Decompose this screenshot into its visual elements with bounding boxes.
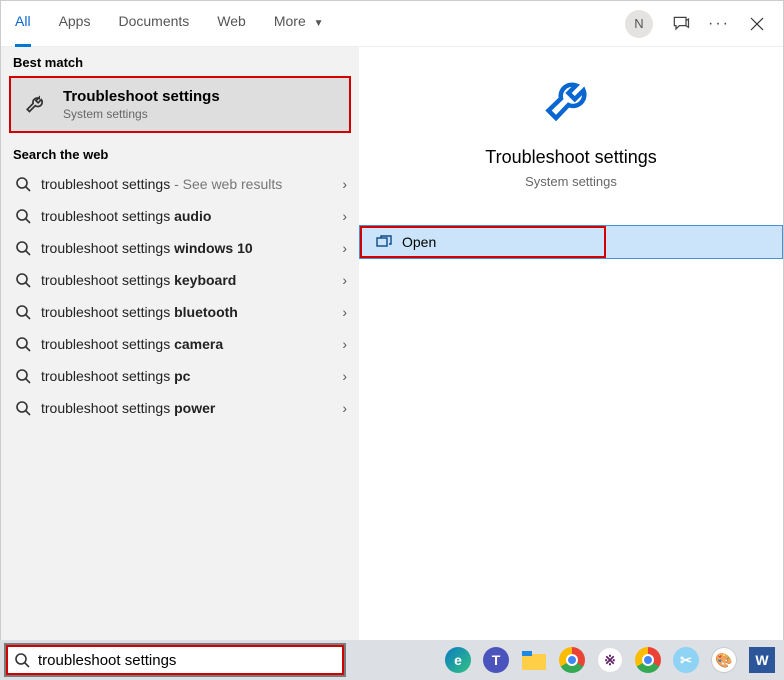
search-icon — [15, 272, 31, 288]
search-icon — [15, 240, 31, 256]
web-result[interactable]: troubleshoot settings bluetooth› — [1, 296, 359, 328]
web-result[interactable]: troubleshoot settings - See web results› — [1, 168, 359, 200]
chevron-right-icon: › — [342, 368, 347, 384]
wrench-icon — [23, 91, 51, 119]
tab-documents[interactable]: Documents — [104, 1, 203, 46]
chevron-right-icon: › — [342, 272, 347, 288]
web-result-text: troubleshoot settings audio — [41, 208, 342, 224]
search-icon — [15, 304, 31, 320]
taskbar-app-paint[interactable]: 🎨 — [708, 644, 740, 676]
chevron-right-icon: › — [342, 400, 347, 416]
web-result-text: troubleshoot settings power — [41, 400, 342, 416]
search-icon — [15, 176, 31, 192]
search-icon — [15, 400, 31, 416]
taskbar-app-word[interactable]: W — [746, 644, 778, 676]
taskbar-app-chrome[interactable] — [556, 644, 588, 676]
search-icon — [15, 368, 31, 384]
preview-panel: Troubleshoot settings System settings Op… — [359, 47, 783, 641]
tab-more-label: More — [274, 13, 306, 29]
action-bar: Open — [359, 225, 783, 259]
header-actions: N ··· — [625, 10, 775, 38]
search-icon — [14, 652, 30, 668]
body: Best match Troubleshoot settings System … — [1, 47, 783, 641]
web-result-text: troubleshoot settings camera — [41, 336, 342, 352]
web-result[interactable]: troubleshoot settings power› — [1, 392, 359, 424]
search-box[interactable] — [4, 643, 346, 677]
chevron-right-icon: › — [342, 240, 347, 256]
search-input[interactable] — [38, 652, 336, 669]
taskbar: e T ※ ✂ 🎨 W — [0, 640, 784, 680]
preview-title: Troubleshoot settings — [485, 147, 656, 168]
web-result[interactable]: troubleshoot settings audio› — [1, 200, 359, 232]
web-result-text: troubleshoot settings bluetooth — [41, 304, 342, 320]
wrench-icon — [541, 73, 601, 133]
web-result-text: troubleshoot settings windows 10 — [41, 240, 342, 256]
open-action[interactable]: Open — [359, 225, 783, 259]
web-result[interactable]: troubleshoot settings pc› — [1, 360, 359, 392]
search-icon — [15, 336, 31, 352]
chevron-down-icon: ▼ — [314, 18, 324, 29]
search-web-label: Search the web — [1, 139, 359, 168]
chevron-right-icon: › — [342, 336, 347, 352]
web-result-text: troubleshoot settings keyboard — [41, 272, 342, 288]
best-match-label: Best match — [1, 47, 359, 76]
web-result[interactable]: troubleshoot settings windows 10› — [1, 232, 359, 264]
feedback-icon[interactable] — [671, 14, 691, 34]
close-button[interactable] — [747, 14, 767, 34]
preview-subtitle: System settings — [525, 174, 617, 189]
filter-tabs: All Apps Documents Web More ▼ — [1, 1, 338, 46]
taskbar-app-explorer[interactable] — [518, 644, 550, 676]
web-result-text: troubleshoot settings - See web results — [41, 176, 342, 192]
taskbar-app-edge[interactable]: e — [442, 644, 474, 676]
more-options-icon[interactable]: ··· — [709, 14, 729, 34]
best-match-result[interactable]: Troubleshoot settings System settings — [9, 76, 351, 133]
user-avatar[interactable]: N — [625, 10, 653, 38]
header: All Apps Documents Web More ▼ N ··· — [1, 1, 783, 47]
taskbar-apps: e T ※ ✂ 🎨 W — [442, 644, 784, 676]
chevron-right-icon: › — [342, 208, 347, 224]
tab-apps[interactable]: Apps — [45, 1, 105, 46]
results-panel: Best match Troubleshoot settings System … — [1, 47, 359, 641]
best-match-subtitle: System settings — [63, 107, 220, 121]
best-match-title: Troubleshoot settings — [63, 88, 220, 105]
taskbar-app-slack[interactable]: ※ — [594, 644, 626, 676]
tab-all[interactable]: All — [1, 1, 45, 46]
search-window: All Apps Documents Web More ▼ N ··· Best… — [0, 0, 784, 642]
taskbar-app-chrome2[interactable] — [632, 644, 664, 676]
open-label: Open — [402, 234, 436, 250]
web-result[interactable]: troubleshoot settings keyboard› — [1, 264, 359, 296]
tab-more[interactable]: More ▼ — [260, 1, 338, 46]
taskbar-app-teams[interactable]: T — [480, 644, 512, 676]
chevron-right-icon: › — [342, 304, 347, 320]
web-result[interactable]: troubleshoot settings camera› — [1, 328, 359, 360]
chevron-right-icon: › — [342, 176, 347, 192]
web-result-text: troubleshoot settings pc — [41, 368, 342, 384]
search-icon — [15, 208, 31, 224]
taskbar-app-snip[interactable]: ✂ — [670, 644, 702, 676]
open-icon — [376, 234, 392, 250]
tab-web[interactable]: Web — [203, 1, 260, 46]
preview-header: Troubleshoot settings System settings — [359, 47, 783, 207]
